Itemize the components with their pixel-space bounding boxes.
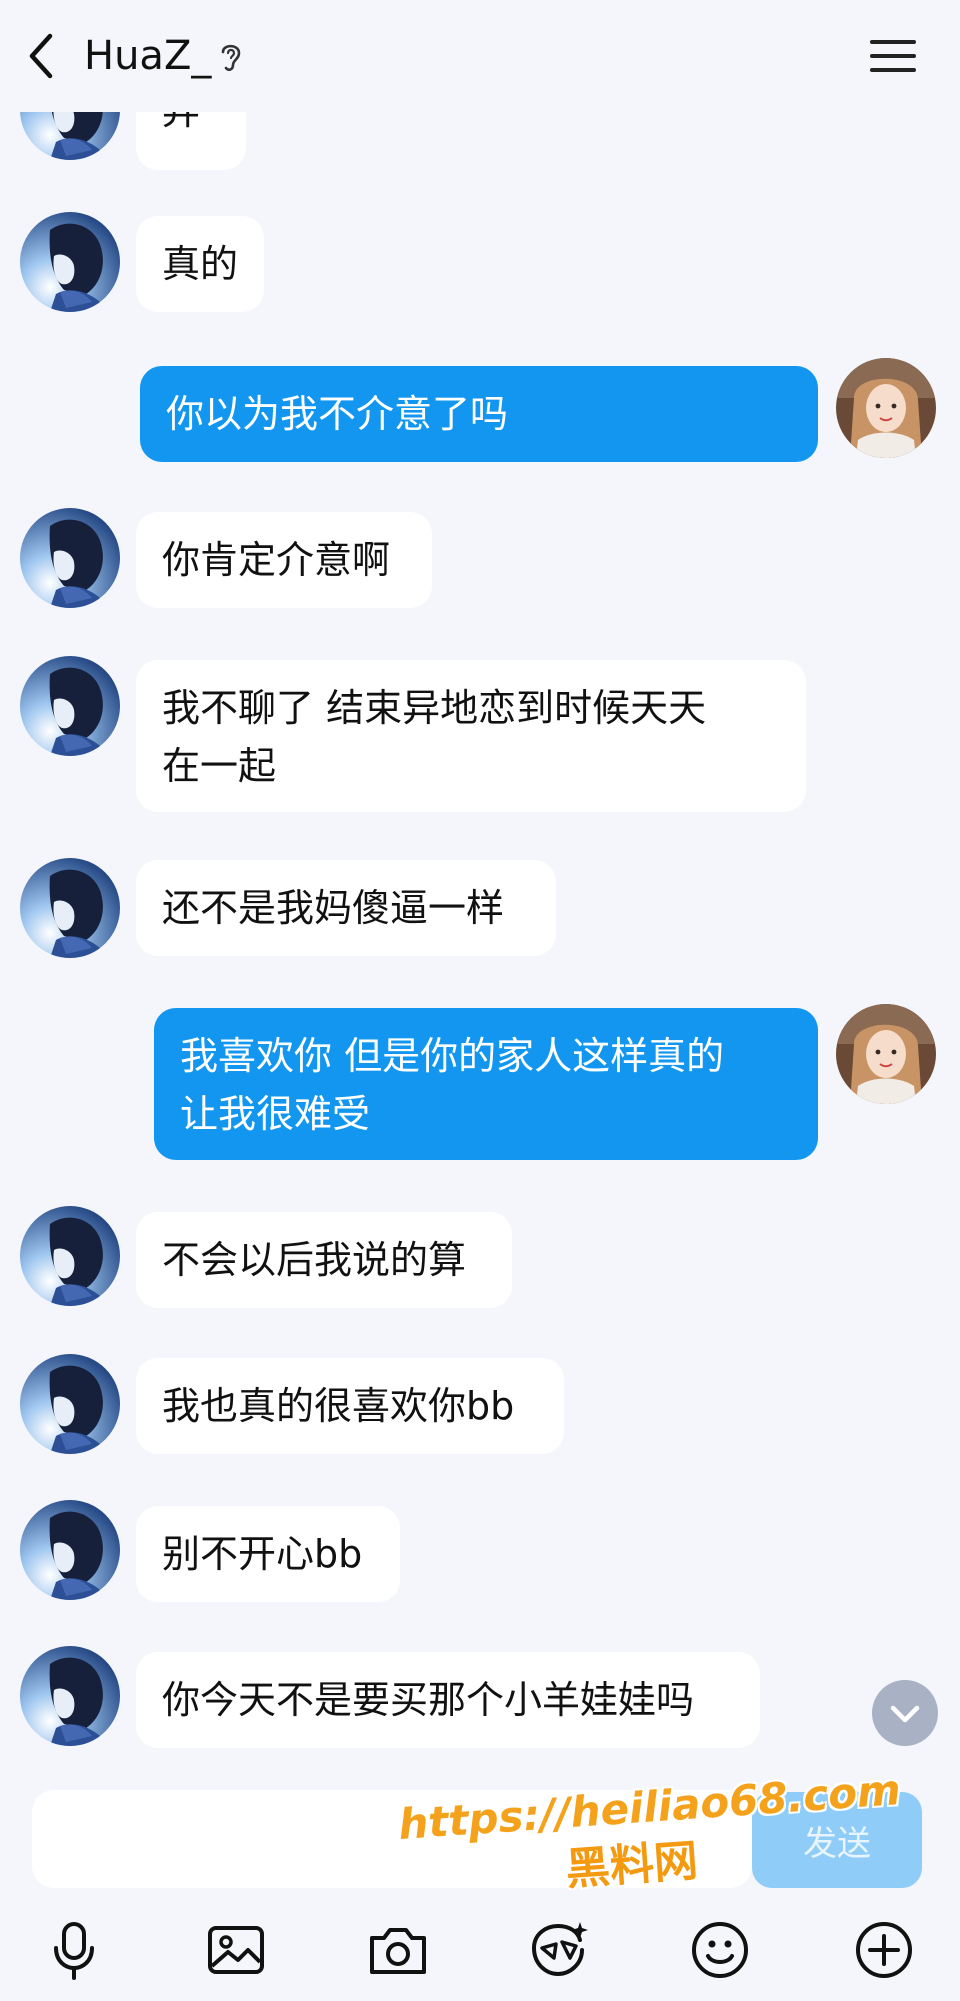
self-avatar[interactable] [836, 1004, 936, 1104]
microphone-icon[interactable] [42, 1918, 106, 1982]
contact-avatar[interactable] [20, 1500, 120, 1600]
chat-title[interactable]: HuaZ_ [84, 30, 211, 82]
contact-avatar[interactable] [20, 858, 120, 958]
contact-avatar[interactable] [20, 1206, 120, 1306]
incoming-message-bubble[interactable]: 我也真的很喜欢你bb [136, 1358, 564, 1454]
incoming-message-bubble[interactable]: 不会以后我说的算 [136, 1212, 512, 1308]
self-avatar[interactable] [836, 358, 936, 458]
emoji-icon[interactable] [688, 1918, 752, 1982]
hamburger-menu-icon[interactable] [868, 34, 918, 78]
image-icon[interactable] [204, 1918, 268, 1982]
contact-avatar[interactable] [20, 212, 120, 312]
incoming-message-bubble[interactable]: 别不开心bb [136, 1506, 400, 1602]
outgoing-message-bubble[interactable]: 你以为我不介意了吗 [140, 366, 818, 462]
incoming-message-bubble[interactable]: 还不是我妈傻逼一样 [136, 860, 556, 956]
sticker-icon[interactable] [526, 1918, 590, 1982]
scroll-to-bottom-button[interactable] [872, 1680, 938, 1746]
incoming-message-bubble[interactable]: 你肯定介意啊 [136, 512, 432, 608]
contact-avatar[interactable] [20, 508, 120, 608]
contact-avatar[interactable] [20, 1354, 120, 1454]
camera-icon[interactable] [366, 1918, 430, 1982]
outgoing-message-bubble[interactable]: 我喜欢你 但是你的家人这样真的 让我很难受 [154, 1008, 818, 1160]
plus-icon[interactable] [852, 1918, 916, 1982]
contact-avatar[interactable] [20, 1646, 120, 1746]
chat-header: HuaZ_ [0, 0, 960, 112]
contact-avatar[interactable] [20, 656, 120, 756]
chevron-left-icon[interactable] [22, 30, 62, 82]
incoming-message-bubble[interactable]: 你今天不是要买那个小羊娃娃吗 [136, 1652, 760, 1748]
incoming-message-bubble[interactable]: 真的 [136, 216, 264, 312]
ear-icon[interactable] [218, 40, 244, 74]
incoming-message-bubble[interactable]: 我不聊了 结束异地恋到时候天天 在一起 [136, 660, 806, 812]
chevron-down-icon [890, 1705, 920, 1723]
